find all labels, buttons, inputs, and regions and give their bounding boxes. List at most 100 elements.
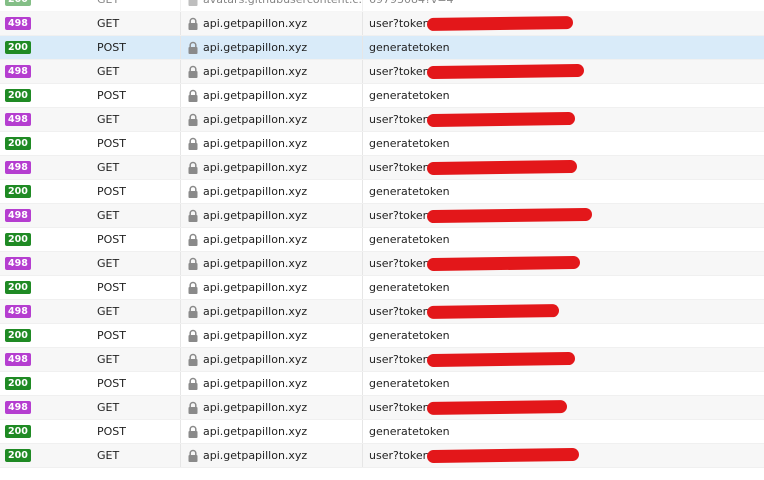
lock-icon <box>188 257 198 270</box>
method-cell: GET <box>88 204 181 227</box>
table-row[interactable]: 498 GET api.getpapillon.xyz user?token= <box>0 300 764 324</box>
file-cell: user?token= <box>363 300 764 323</box>
table-row[interactable]: 498 GET api.getpapillon.xyz user?token= <box>0 348 764 372</box>
status-cell: 498 <box>0 204 88 227</box>
redaction-mark <box>426 15 574 32</box>
domain-text: api.getpapillon.xyz <box>203 209 308 222</box>
file-cell: generatetoken <box>363 324 764 347</box>
domain-cell: api.getpapillon.xyz <box>181 324 363 347</box>
table-row[interactable]: 200 GET avatars.githubusercontent.c... 6979… <box>0 0 764 12</box>
file-cell: generatetoken <box>363 276 764 299</box>
lock-icon <box>188 17 198 30</box>
status-badge: 200 <box>5 449 31 462</box>
redaction-mark <box>426 63 585 80</box>
file-text: generatetoken <box>369 425 450 438</box>
table-row[interactable]: 200 POST api.getpapillon.xyz generatetoken <box>0 420 764 444</box>
method-cell: POST <box>88 276 181 299</box>
file-cell: user?token= <box>363 108 764 131</box>
table-row[interactable]: 200 GET api.getpapillon.xyz user?token= <box>0 444 764 468</box>
domain-cell: api.getpapillon.xyz <box>181 156 363 179</box>
lock-icon <box>188 89 198 102</box>
file-cell: user?token= <box>363 12 764 35</box>
table-row[interactable]: 200 POST api.getpapillon.xyz generatetoken <box>0 36 764 60</box>
file-cell: user?token= <box>363 444 764 467</box>
redaction-mark <box>426 159 578 176</box>
status-badge: 200 <box>5 233 31 246</box>
status-cell: 498 <box>0 348 88 371</box>
status-badge: 498 <box>5 161 31 174</box>
table-row[interactable]: 200 POST api.getpapillon.xyz generatetoken <box>0 84 764 108</box>
status-badge: 498 <box>5 113 31 126</box>
table-row[interactable]: 498 GET api.getpapillon.xyz user?token= <box>0 108 764 132</box>
table-row[interactable]: 498 GET api.getpapillon.xyz user?token= <box>0 204 764 228</box>
method-cell: POST <box>88 36 181 59</box>
file-cell: generatetoken <box>363 132 764 155</box>
table-row[interactable]: 498 GET api.getpapillon.xyz user?token= <box>0 60 764 84</box>
domain-text: api.getpapillon.xyz <box>203 449 308 462</box>
method-cell: GET <box>88 348 181 371</box>
domain-cell: api.getpapillon.xyz <box>181 252 363 275</box>
file-cell: user?token= <box>363 204 764 227</box>
domain-text: api.getpapillon.xyz <box>203 89 308 102</box>
status-cell: 200 <box>0 444 88 467</box>
file-cell: user?token= <box>363 396 764 419</box>
domain-cell: api.getpapillon.xyz <box>181 300 363 323</box>
domain-text: api.getpapillon.xyz <box>203 257 308 270</box>
status-badge: 200 <box>5 329 31 342</box>
status-cell: 200 <box>0 0 88 11</box>
status-badge: 498 <box>5 17 31 30</box>
table-row[interactable]: 498 GET api.getpapillon.xyz user?token= <box>0 252 764 276</box>
domain-cell: api.getpapillon.xyz <box>181 228 363 251</box>
status-badge: 498 <box>5 401 31 414</box>
status-cell: 498 <box>0 252 88 275</box>
table-row[interactable]: 498 GET api.getpapillon.xyz user?token= <box>0 12 764 36</box>
lock-icon <box>188 65 198 78</box>
lock-icon <box>188 161 198 174</box>
status-badge: 200 <box>5 377 31 390</box>
table-row[interactable]: 498 GET api.getpapillon.xyz user?token= <box>0 156 764 180</box>
method-cell: POST <box>88 420 181 443</box>
status-cell: 498 <box>0 156 88 179</box>
file-cell: generatetoken <box>363 420 764 443</box>
status-badge: 200 <box>5 89 31 102</box>
method-cell: POST <box>88 84 181 107</box>
lock-icon <box>188 449 198 462</box>
table-row[interactable]: 200 POST api.getpapillon.xyz generatetoken <box>0 180 764 204</box>
lock-icon <box>188 377 198 390</box>
status-cell: 200 <box>0 132 88 155</box>
table-row[interactable]: 200 POST api.getpapillon.xyz generatetoken <box>0 324 764 348</box>
domain-cell: api.getpapillon.xyz <box>181 108 363 131</box>
method-cell: POST <box>88 228 181 251</box>
file-cell: 69793084?v=4 <box>363 0 764 11</box>
lock-icon <box>188 233 198 246</box>
domain-text: api.getpapillon.xyz <box>203 17 308 30</box>
status-badge: 200 <box>5 281 31 294</box>
file-cell: generatetoken <box>363 180 764 203</box>
domain-text: api.getpapillon.xyz <box>203 233 308 246</box>
lock-icon <box>188 0 198 6</box>
table-row[interactable]: 200 POST api.getpapillon.xyz generatetoken <box>0 228 764 252</box>
domain-text: api.getpapillon.xyz <box>203 401 308 414</box>
domain-text: api.getpapillon.xyz <box>203 41 308 54</box>
status-cell: 498 <box>0 396 88 419</box>
domain-cell: avatars.githubusercontent.c... <box>181 0 363 11</box>
table-row[interactable]: 200 POST api.getpapillon.xyz generatetoken <box>0 132 764 156</box>
redaction-mark <box>426 111 576 128</box>
method-cell: GET <box>88 252 181 275</box>
file-text: 69793084?v=4 <box>369 0 454 6</box>
status-cell: 498 <box>0 300 88 323</box>
file-cell: user?token= <box>363 348 764 371</box>
table-row[interactable]: 200 POST api.getpapillon.xyz generatetoken <box>0 276 764 300</box>
status-badge: 200 <box>5 41 31 54</box>
status-cell: 200 <box>0 420 88 443</box>
method-cell: GET <box>88 108 181 131</box>
file-text: generatetoken <box>369 89 450 102</box>
domain-cell: api.getpapillon.xyz <box>181 420 363 443</box>
status-badge: 498 <box>5 305 31 318</box>
table-row[interactable]: 498 GET api.getpapillon.xyz user?token= <box>0 396 764 420</box>
status-cell: 200 <box>0 324 88 347</box>
status-badge: 498 <box>5 65 31 78</box>
status-cell: 498 <box>0 108 88 131</box>
lock-icon <box>188 185 198 198</box>
table-row[interactable]: 200 POST api.getpapillon.xyz generatetoken <box>0 372 764 396</box>
